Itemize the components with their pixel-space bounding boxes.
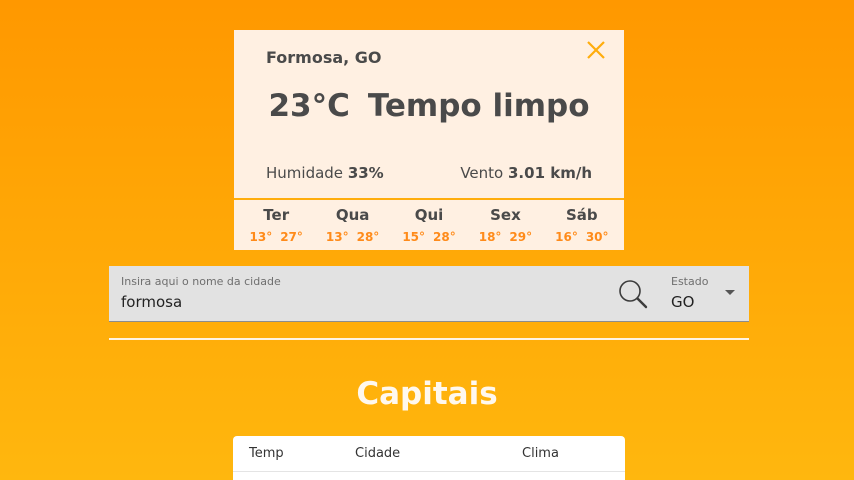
forecast-min: 13° [249, 230, 273, 244]
search-icon [619, 280, 648, 309]
city-search-input[interactable] [121, 291, 601, 313]
weather-condition: Tempo limpo [367, 88, 590, 124]
card-divider [234, 198, 624, 200]
state-value: GO [671, 293, 695, 311]
forecast-day: Qua 13° 28° [314, 204, 390, 250]
search-button[interactable] [617, 278, 649, 310]
caret-down-icon [725, 290, 735, 295]
forecast-max: 28° [433, 230, 456, 244]
section-divider [109, 338, 749, 340]
column-header-temp: Temp [249, 446, 284, 461]
humidity-label: Humidade [266, 164, 344, 182]
forecast-day: Ter 13° 27° [238, 204, 314, 250]
state-select[interactable]: Estado GO [671, 266, 741, 322]
forecast-min: 16° [555, 230, 578, 244]
city-name: Formosa, GO [266, 48, 382, 67]
forecast-day-name: Qua [335, 206, 370, 224]
forecast-max: 29° [509, 230, 533, 244]
forecast-min: 18° [478, 230, 502, 244]
forecast-min: 15° [402, 230, 426, 244]
capitals-title: Capitais [356, 376, 498, 412]
wind-label: Vento [460, 164, 504, 182]
forecast-day: Qui 15° 28° [391, 204, 467, 250]
forecast-row: Ter 13° 27° Qua 13° 28° Qui 15° 28° Sex 18°… [234, 204, 624, 250]
forecast-day-name: Sex [490, 206, 521, 224]
state-label: Estado [671, 275, 709, 288]
weather-card: Formosa, GO 23°C Tempo limpo Humidade 33%… [234, 30, 624, 250]
forecast-day-name: Ter [263, 206, 290, 224]
capitals-table: Temp Cidade Clima [233, 436, 625, 480]
column-header-weather: Clima [522, 446, 559, 461]
search-label: Insira aqui o nome da cidade [121, 275, 281, 288]
forecast-min: 13° [325, 230, 349, 244]
close-icon [587, 41, 605, 59]
forecast-max: 28° [356, 230, 380, 244]
forecast-day-name: Sáb [565, 206, 598, 224]
humidity: Humidade 33% [266, 164, 384, 182]
city-search-bar: Insira aqui o nome da cidade Estado GO [109, 266, 749, 322]
humidity-value: 33% [347, 164, 384, 182]
wind-value: 3.01 km/h [508, 164, 592, 182]
wind: Vento 3.01 km/h [460, 164, 592, 182]
forecast-day: Sáb 16° 30° [544, 204, 620, 250]
weather-headline: 23°C Tempo limpo [234, 88, 624, 124]
forecast-max: 30° [585, 230, 609, 244]
column-header-city: Cidade [355, 446, 401, 461]
forecast-max: 27° [280, 230, 303, 244]
current-temperature: 23°C [268, 88, 350, 124]
forecast-day-name: Qui [414, 206, 444, 224]
table-header: Temp Cidade Clima [233, 436, 625, 472]
close-button[interactable] [584, 38, 608, 62]
forecast-day: Sex 18° 29° [467, 204, 543, 250]
